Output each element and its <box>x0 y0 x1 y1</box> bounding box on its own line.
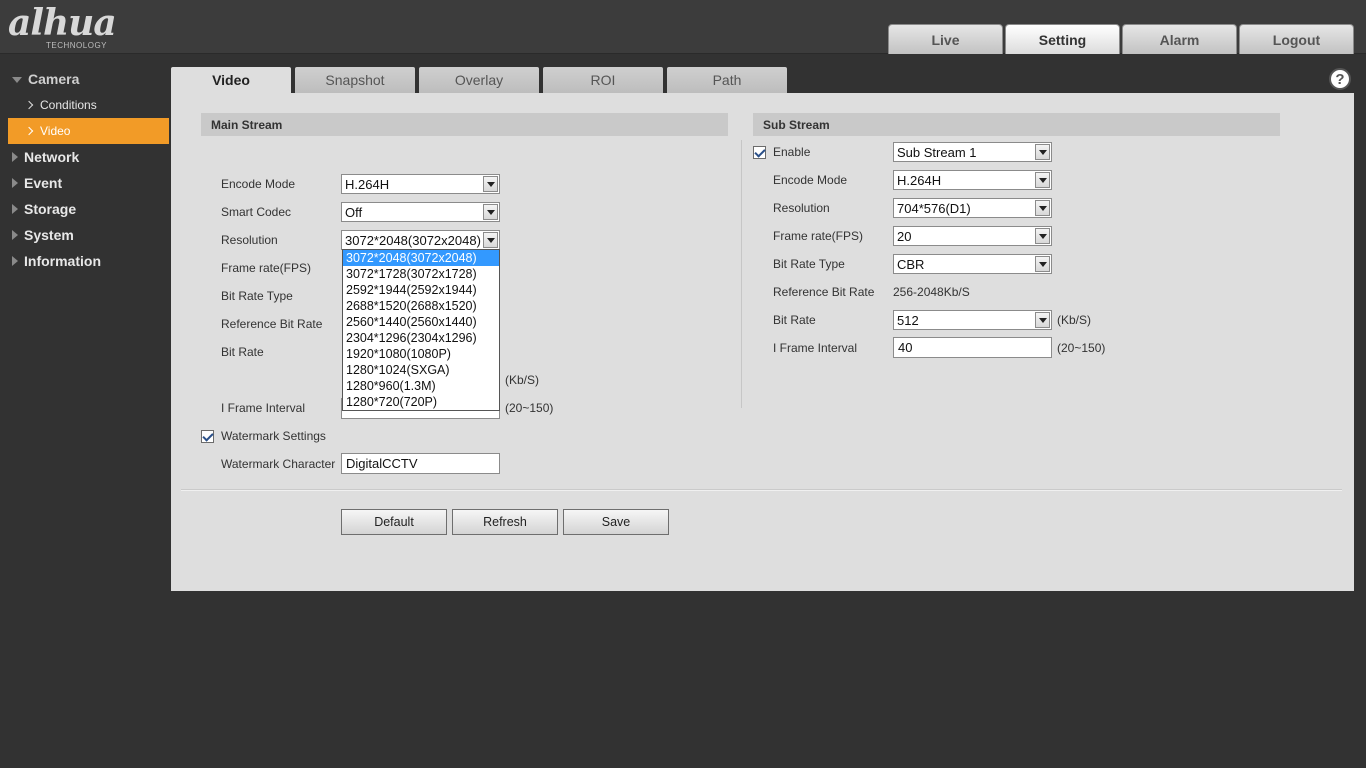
tab-roi[interactable]: ROI <box>543 67 663 93</box>
sub-bit-rate-type-label: Bit Rate Type <box>773 257 845 271</box>
nav-setting-button[interactable]: Setting <box>1005 24 1120 54</box>
sub-frame-rate-label: Frame rate(FPS) <box>773 229 864 243</box>
main-smart-codec-select[interactable]: Off <box>341 202 500 222</box>
sub-iframe-input[interactable]: 40 <box>893 337 1052 358</box>
dropdown-arrow-icon[interactable] <box>483 232 498 248</box>
dropdown-arrow-icon[interactable] <box>1035 144 1050 160</box>
resolution-option[interactable]: 2560*1440(2560x1440) <box>343 314 499 330</box>
content-divider <box>181 489 1342 491</box>
dropdown-arrow-icon[interactable] <box>483 176 498 192</box>
sidebar-group-camera[interactable]: Camera <box>0 66 170 92</box>
dropdown-arrow-icon[interactable] <box>483 204 498 220</box>
triangle-down-icon <box>12 77 22 83</box>
triangle-right-icon <box>12 152 18 162</box>
sub-enable-label: Enable <box>773 145 811 159</box>
tab-snapshot[interactable]: Snapshot <box>295 67 415 93</box>
main-ref-bit-rate-label: Reference Bit Rate <box>221 317 323 331</box>
resolution-option[interactable]: 1280*1024(SXGA) <box>343 362 499 378</box>
resolution-option[interactable]: 1280*720(720P) <box>343 394 499 410</box>
main-stream-header: Main Stream <box>201 113 728 136</box>
resolution-option[interactable]: 3072*2048(3072x2048) <box>343 250 499 266</box>
watermark-checkbox[interactable] <box>201 430 214 443</box>
sub-bit-rate-type-select[interactable]: CBR <box>893 254 1052 274</box>
nav-logout-button[interactable]: Logout <box>1239 24 1354 54</box>
main-bit-rate-type-label: Bit Rate Type <box>221 289 293 303</box>
tab-path[interactable]: Path <box>667 67 787 93</box>
header-bar: alhua TECHNOLOGY Live Setting Alarm Logo… <box>0 0 1366 54</box>
dropdown-arrow-icon[interactable] <box>1035 200 1050 216</box>
chevron-right-icon <box>24 100 34 110</box>
chevron-right-icon <box>24 126 34 136</box>
tab-video[interactable]: Video <box>171 67 291 93</box>
resolution-option[interactable]: 2304*1296(2304x1296) <box>343 330 499 346</box>
save-button[interactable]: Save <box>563 509 669 535</box>
default-button[interactable]: Default <box>341 509 447 535</box>
refresh-button[interactable]: Refresh <box>452 509 558 535</box>
sidebar-group-event[interactable]: Event <box>0 170 170 196</box>
tab-overlay[interactable]: Overlay <box>419 67 539 93</box>
main-resolution-label: Resolution <box>221 233 278 247</box>
dropdown-arrow-icon[interactable] <box>1035 312 1050 328</box>
sub-ref-bit-rate-value: 256-2048Kb/S <box>893 285 970 299</box>
main-smart-codec-label: Smart Codec <box>221 205 292 219</box>
resolution-option[interactable]: 2688*1520(2688x1520) <box>343 298 499 314</box>
main-encode-mode-select[interactable]: H.264H <box>341 174 500 194</box>
settings-tabs: Video Snapshot Overlay ROI Path <box>171 67 787 93</box>
triangle-right-icon <box>12 178 18 188</box>
triangle-right-icon <box>12 230 18 240</box>
watermark-character-label: Watermark Character <box>221 457 336 471</box>
triangle-right-icon <box>12 256 18 266</box>
dropdown-arrow-icon[interactable] <box>1035 256 1050 272</box>
resolution-option[interactable]: 3072*1728(3072x1728) <box>343 266 499 282</box>
sub-enable-checkbox[interactable] <box>753 146 766 159</box>
help-icon[interactable]: ? <box>1329 68 1351 90</box>
sub-bit-rate-select[interactable]: 512 <box>893 310 1052 330</box>
sub-ref-bit-rate-label: Reference Bit Rate <box>773 285 875 299</box>
sidebar-item-conditions[interactable]: Conditions <box>0 92 170 118</box>
sub-resolution-select[interactable]: 704*576(D1) <box>893 198 1052 218</box>
nav-alarm-button[interactable]: Alarm <box>1122 24 1237 54</box>
sub-iframe-range: (20~150) <box>1057 341 1106 355</box>
sidebar-group-network[interactable]: Network <box>0 144 170 170</box>
sub-bit-rate-label: Bit Rate <box>773 313 816 327</box>
sidebar-group-system[interactable]: System <box>0 222 170 248</box>
sub-stream-header: Sub Stream <box>753 113 1280 136</box>
triangle-right-icon <box>12 204 18 214</box>
sub-stream-select[interactable]: Sub Stream 1 <box>893 142 1052 162</box>
main-iframe-range: (20~150) <box>505 401 554 415</box>
resolution-option[interactable]: 1920*1080(1080P) <box>343 346 499 362</box>
dropdown-arrow-icon[interactable] <box>1035 228 1050 244</box>
main-encode-mode-label: Encode Mode <box>221 177 296 191</box>
sidebar-group-information[interactable]: Information <box>0 248 170 274</box>
sub-encode-mode-select[interactable]: H.264H <box>893 170 1052 190</box>
watermark-settings-label: Watermark Settings <box>221 429 326 443</box>
sidebar-group-storage[interactable]: Storage <box>0 196 170 222</box>
sidebar: Camera Conditions Video Network Event St… <box>0 66 170 274</box>
main-bit-rate-unit: (Kb/S) <box>505 373 540 387</box>
top-navigation: Live Setting Alarm Logout <box>888 24 1354 54</box>
sub-bit-rate-unit: (Kb/S) <box>1057 313 1092 327</box>
resolution-dropdown-list[interactable]: 3072*2048(3072x2048) 3072*1728(3072x1728… <box>342 249 500 411</box>
sub-encode-mode-label: Encode Mode <box>773 173 848 187</box>
nav-live-button[interactable]: Live <box>888 24 1003 54</box>
dahua-logo: alhua TECHNOLOGY <box>8 2 117 50</box>
sub-frame-rate-select[interactable]: 20 <box>893 226 1052 246</box>
resolution-option[interactable]: 2592*1944(2592x1944) <box>343 282 499 298</box>
dropdown-arrow-icon[interactable] <box>1035 172 1050 188</box>
sidebar-item-video[interactable]: Video <box>8 118 169 144</box>
main-iframe-label: I Frame Interval <box>221 401 306 415</box>
main-bit-rate-label: Bit Rate <box>221 345 264 359</box>
watermark-character-input[interactable]: DigitalCCTV <box>341 453 500 474</box>
sub-iframe-label: I Frame Interval <box>773 341 858 355</box>
main-resolution-select[interactable]: 3072*2048(3072x2048) <box>341 230 500 250</box>
sub-resolution-label: Resolution <box>773 201 830 215</box>
stream-divider <box>741 140 742 408</box>
resolution-option[interactable]: 1280*960(1.3M) <box>343 378 499 394</box>
main-frame-rate-label: Frame rate(FPS) <box>221 261 312 275</box>
